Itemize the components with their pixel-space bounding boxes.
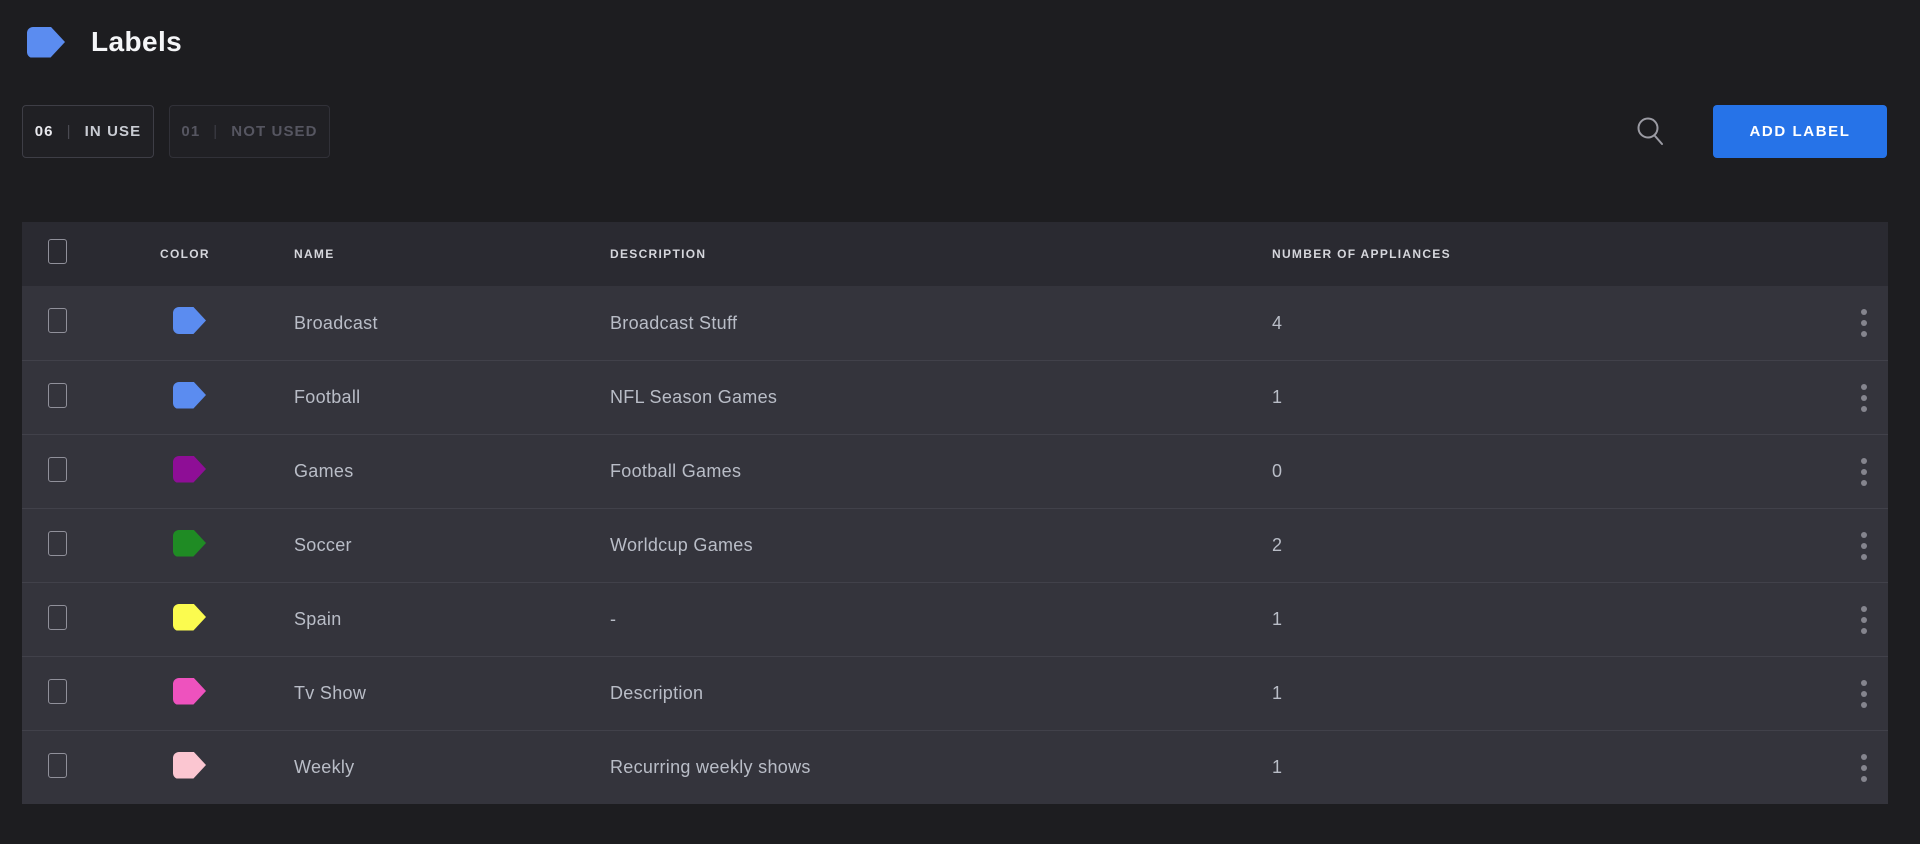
page-title: Labels [91, 26, 182, 58]
kebab-icon[interactable] [1852, 380, 1876, 416]
table-row: Spain - 1 [22, 582, 1888, 656]
row-checkbox[interactable] [48, 383, 67, 408]
appliance-count: 1 [1272, 757, 1812, 778]
appliance-count: 2 [1272, 535, 1812, 556]
column-header-description: DESCRIPTION [610, 247, 1272, 261]
label-color-chip-pink [173, 678, 206, 705]
column-header-appliances: NUMBER OF APPLIANCES [1272, 247, 1812, 261]
appliance-count: 1 [1272, 609, 1812, 630]
table-header-row: COLOR NAME DESCRIPTION NUMBER OF APPLIAN… [22, 222, 1888, 286]
label-color-chip-blue [173, 307, 206, 334]
table-row: Broadcast Broadcast Stuff 4 [22, 286, 1888, 360]
row-checkbox[interactable] [48, 457, 67, 482]
row-checkbox[interactable] [48, 753, 67, 778]
select-all-checkbox[interactable] [48, 239, 67, 264]
label-description: Recurring weekly shows [610, 757, 1272, 778]
label-description: Description [610, 683, 1272, 704]
table-body: Broadcast Broadcast Stuff 4 Football NFL… [22, 286, 1888, 804]
in-use-count: 06 [35, 123, 54, 140]
tag-icon [27, 27, 65, 58]
not-used-label: NOT USED [231, 123, 317, 140]
label-description: - [610, 609, 1272, 630]
kebab-icon[interactable] [1852, 454, 1876, 490]
label-color-chip-yellow [173, 604, 206, 631]
table-row: Weekly Recurring weekly shows 1 [22, 730, 1888, 804]
row-checkbox[interactable] [48, 605, 67, 630]
table-row: Games Football Games 0 [22, 434, 1888, 508]
filter-divider: | [67, 123, 72, 140]
kebab-icon[interactable] [1852, 676, 1876, 712]
table-row: Tv Show Description 1 [22, 656, 1888, 730]
label-description: Broadcast Stuff [610, 313, 1272, 334]
appliance-count: 0 [1272, 461, 1812, 482]
in-use-label: IN USE [85, 123, 142, 140]
column-header-name: NAME [294, 247, 610, 261]
appliance-count: 1 [1272, 683, 1812, 704]
label-name: Broadcast [294, 313, 610, 334]
appliance-count: 4 [1272, 313, 1812, 334]
label-name: Spain [294, 609, 610, 630]
add-label-button[interactable]: ADD LABEL [1713, 105, 1887, 158]
column-header-color: COLOR [160, 247, 294, 261]
label-color-chip-green [173, 530, 206, 557]
filter-not-used[interactable]: 01 | NOT USED [169, 105, 330, 158]
label-description: Football Games [610, 461, 1272, 482]
row-checkbox[interactable] [48, 531, 67, 556]
table-row: Soccer Worldcup Games 2 [22, 508, 1888, 582]
appliance-count: 1 [1272, 387, 1812, 408]
row-checkbox[interactable] [48, 679, 67, 704]
filter-divider: | [213, 123, 218, 140]
label-color-chip-blue [173, 382, 206, 409]
kebab-icon[interactable] [1852, 528, 1876, 564]
filter-in-use[interactable]: 06 | IN USE [22, 105, 154, 158]
kebab-icon[interactable] [1852, 750, 1876, 786]
label-name: Soccer [294, 535, 610, 556]
table-row: Football NFL Season Games 1 [22, 360, 1888, 434]
label-color-chip-light-pink [173, 752, 206, 779]
label-color-chip-purple [173, 456, 206, 483]
labels-table: COLOR NAME DESCRIPTION NUMBER OF APPLIAN… [22, 222, 1888, 804]
page-header: Labels [27, 26, 182, 58]
label-name: Football [294, 387, 610, 408]
label-name: Tv Show [294, 683, 610, 704]
label-description: NFL Season Games [610, 387, 1272, 408]
kebab-icon[interactable] [1852, 602, 1876, 638]
row-checkbox[interactable] [48, 308, 67, 333]
label-name: Games [294, 461, 610, 482]
kebab-icon[interactable] [1852, 305, 1876, 341]
search-icon[interactable] [1632, 111, 1668, 151]
label-description: Worldcup Games [610, 535, 1272, 556]
label-name: Weekly [294, 757, 610, 778]
not-used-count: 01 [181, 123, 200, 140]
